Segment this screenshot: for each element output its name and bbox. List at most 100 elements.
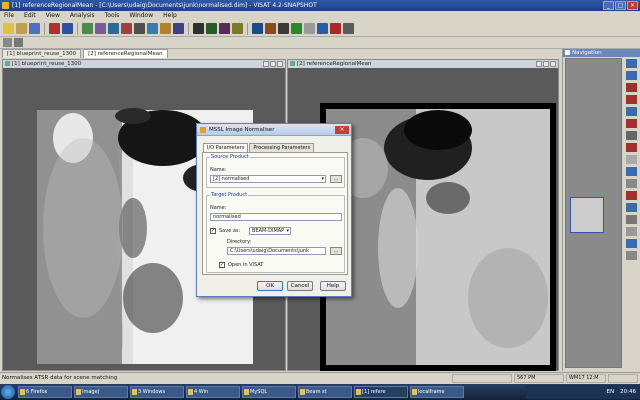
source-browse-button[interactable]: … xyxy=(330,175,342,183)
task-windows[interactable]: 3 Windows xyxy=(130,386,184,398)
source-product-select[interactable]: [2] normalised ▾ xyxy=(210,175,326,183)
undo-icon[interactable] xyxy=(49,23,60,34)
start-button[interactable] xyxy=(1,385,15,399)
chart-icon[interactable] xyxy=(193,23,204,34)
zoom-fit-icon[interactable] xyxy=(626,107,637,116)
rgb-icon[interactable] xyxy=(108,23,119,34)
world-icon[interactable] xyxy=(317,23,328,34)
minimize-view-button[interactable] xyxy=(536,61,542,67)
menu-analysis[interactable]: Analysis xyxy=(70,11,95,21)
directory-browse-button[interactable]: … xyxy=(330,247,342,255)
green-icon[interactable] xyxy=(291,23,302,34)
system-tray: EN 20:46 xyxy=(526,385,640,399)
menu-window[interactable]: Window xyxy=(129,11,153,21)
profile-icon[interactable] xyxy=(173,23,184,34)
menu-help[interactable]: Help xyxy=(163,11,177,21)
target-name-input[interactable]: normalised xyxy=(210,213,342,221)
zoom-pixel-icon[interactable] xyxy=(626,83,637,92)
grid-icon[interactable] xyxy=(278,23,289,34)
range-icon[interactable] xyxy=(626,239,637,248)
rect-icon[interactable] xyxy=(626,167,637,176)
zoom-in-icon[interactable] xyxy=(626,59,637,68)
sync-icon[interactable] xyxy=(626,119,637,128)
map-icon[interactable] xyxy=(206,23,217,34)
directory-input[interactable]: C:\Users\udaig\Documents\junk xyxy=(227,247,326,255)
extra-icon[interactable] xyxy=(626,251,637,260)
source-name-label: Name: xyxy=(210,167,227,173)
stats-icon[interactable] xyxy=(147,23,158,34)
task-localframe[interactable]: localframe xyxy=(410,386,464,398)
navigation-thumbnail[interactable] xyxy=(570,197,604,233)
redo-icon[interactable] xyxy=(62,23,73,34)
select-tool-icon[interactable] xyxy=(3,38,12,47)
minimize-button[interactable]: _ xyxy=(603,1,614,10)
maximize-view-button[interactable] xyxy=(270,61,276,67)
layers-icon[interactable] xyxy=(82,23,93,34)
pin-icon[interactable] xyxy=(304,23,315,34)
cursor-icon[interactable] xyxy=(626,143,637,152)
tray-language[interactable]: EN xyxy=(607,385,615,399)
minimize-view-button[interactable] xyxy=(263,61,269,67)
left-view-header: [1] blueprint_reuse_1300 xyxy=(3,60,285,68)
close-button[interactable]: × xyxy=(627,1,638,10)
chevron-down-icon: ▾ xyxy=(321,176,324,182)
save-icon[interactable] xyxy=(29,23,40,34)
save-as-checkbox[interactable]: ✓ xyxy=(210,228,216,234)
tab-processing-parameters[interactable]: Processing Parameters xyxy=(249,143,315,152)
target-name-value: normalised xyxy=(213,214,241,220)
navigation-overview[interactable] xyxy=(565,58,622,368)
table-icon[interactable] xyxy=(232,23,243,34)
open-icon[interactable] xyxy=(16,23,27,34)
source-product-title: Source Product xyxy=(210,154,250,160)
dialog-close-button[interactable]: × xyxy=(335,126,349,134)
open-in-visat-checkbox[interactable]: ✓ xyxy=(219,262,225,268)
gcp-icon[interactable] xyxy=(626,215,637,224)
tools-icon[interactable] xyxy=(265,23,276,34)
menu-view[interactable]: View xyxy=(46,11,60,21)
menu-edit[interactable]: Edit xyxy=(24,11,36,21)
tab-reference-regional-mean[interactable]: [2] referenceRegionalMean xyxy=(83,49,168,58)
folder-icon xyxy=(132,389,137,395)
task-visat[interactable]: [1] refere xyxy=(354,386,408,398)
tab-io-parameters[interactable]: I/O Parameters xyxy=(203,143,249,152)
help-button[interactable]: Help xyxy=(320,281,346,291)
scatter-icon[interactable] xyxy=(160,23,171,34)
task-mysql[interactable]: MySQL xyxy=(242,386,296,398)
task-imagej[interactable]: ImageJ xyxy=(74,386,128,398)
menu-file[interactable]: File xyxy=(4,11,14,21)
tab-blueprint[interactable]: [1] blueprint_reuse_1300 xyxy=(2,49,82,58)
histogram-icon[interactable] xyxy=(134,23,145,34)
band-icon[interactable] xyxy=(95,23,106,34)
close-view-button[interactable] xyxy=(277,61,283,67)
line-icon[interactable] xyxy=(626,155,637,164)
pan-tool-icon[interactable] xyxy=(14,38,23,47)
pin-tool-icon[interactable] xyxy=(626,203,637,212)
misc-icon[interactable] xyxy=(343,23,354,34)
ok-button[interactable]: OK xyxy=(257,281,283,291)
tray-clock[interactable]: 20:46 xyxy=(620,385,636,399)
imagej-icon xyxy=(76,389,81,395)
zoom-out-icon[interactable] xyxy=(626,71,637,80)
task-beam[interactable]: Beam st xyxy=(298,386,352,398)
rotate-icon[interactable] xyxy=(626,131,637,140)
window-icon xyxy=(188,389,193,395)
format-select[interactable]: BEAM-DIMAP ▾ xyxy=(249,227,291,235)
new-icon[interactable] xyxy=(3,23,14,34)
target-name-label: Name: xyxy=(210,205,227,211)
menu-tools[interactable]: Tools xyxy=(105,11,120,21)
close-view-button[interactable] xyxy=(550,61,556,67)
mask-icon[interactable] xyxy=(121,23,132,34)
task-firefox[interactable]: 6 Firefox xyxy=(18,386,72,398)
document-tabs: [1] blueprint_reuse_1300 [2] referenceRe… xyxy=(0,49,560,58)
magic-wand-icon[interactable] xyxy=(626,227,637,236)
globe-icon[interactable] xyxy=(252,23,263,34)
ellipse-icon[interactable] xyxy=(626,191,637,200)
graph-icon[interactable] xyxy=(219,23,230,34)
poly-icon[interactable] xyxy=(626,179,637,188)
cancel-button[interactable]: Cancel xyxy=(287,281,313,291)
red-icon[interactable] xyxy=(330,23,341,34)
maximize-button[interactable]: □ xyxy=(615,1,626,10)
zoom-all-icon[interactable] xyxy=(626,95,637,104)
maximize-view-button[interactable] xyxy=(543,61,549,67)
task-win[interactable]: 4 Win xyxy=(186,386,240,398)
